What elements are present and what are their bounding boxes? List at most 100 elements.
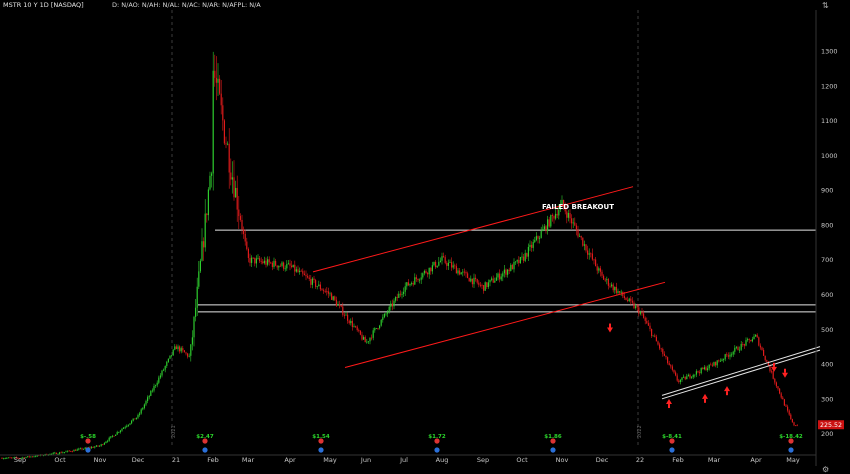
dividend-marker-icon bbox=[788, 447, 794, 453]
candle-body bbox=[465, 272, 467, 274]
candle-body bbox=[223, 120, 225, 144]
down-arrow-icon bbox=[773, 362, 775, 367]
candle-body bbox=[177, 346, 179, 350]
candle-body bbox=[379, 325, 381, 329]
candle-body bbox=[635, 306, 637, 309]
candle-body bbox=[79, 448, 81, 450]
x-axis: Sep Oct Nov Dec 21 Feb Mar Apr May Jun Jul Aug Sep Oc… bbox=[0, 454, 816, 464]
candle-body bbox=[388, 306, 390, 313]
price-chart[interactable]: 2021 2022 200 300 400 500 600 700 800 900 1000 110… bbox=[0, 0, 850, 473]
candle-body bbox=[593, 259, 595, 261]
candle-body bbox=[727, 355, 729, 357]
candle-body bbox=[271, 262, 273, 267]
candle-body bbox=[279, 265, 281, 267]
candle-body bbox=[655, 336, 657, 342]
candle-body bbox=[207, 189, 209, 216]
candle-body bbox=[460, 272, 462, 275]
candle-body bbox=[422, 273, 424, 278]
candle-body bbox=[297, 269, 299, 272]
x-tick-label: Nov bbox=[556, 456, 569, 464]
candle-body bbox=[300, 270, 302, 272]
candle-body bbox=[675, 372, 677, 376]
candle-body bbox=[156, 382, 158, 386]
candle-body bbox=[35, 456, 37, 458]
candle-body bbox=[572, 222, 574, 224]
candle-body bbox=[583, 244, 585, 246]
candle-body bbox=[478, 282, 480, 285]
candle-body bbox=[27, 456, 29, 458]
candle-body bbox=[492, 278, 494, 283]
candle-body bbox=[161, 370, 163, 376]
candle-body bbox=[158, 377, 160, 383]
candle-body bbox=[169, 355, 171, 359]
candle-body bbox=[398, 293, 400, 298]
candle-body bbox=[108, 437, 110, 441]
candle-body bbox=[372, 330, 374, 338]
candle-body bbox=[249, 257, 251, 263]
candle-body bbox=[499, 273, 501, 280]
candle-body bbox=[195, 307, 197, 317]
candle-body bbox=[763, 349, 765, 356]
candle-body bbox=[596, 266, 598, 271]
candle-body bbox=[375, 328, 377, 329]
candle-body bbox=[591, 253, 593, 260]
year-divider-label: 2022 bbox=[637, 425, 643, 438]
candle-body bbox=[486, 282, 488, 287]
candle-body bbox=[396, 297, 398, 298]
candle-body bbox=[609, 285, 611, 287]
candle-body bbox=[323, 290, 325, 292]
candle-body bbox=[515, 261, 517, 263]
y-tick-label: 1300 bbox=[821, 48, 838, 56]
candle-body bbox=[579, 235, 581, 237]
candle-body bbox=[518, 259, 520, 264]
candle-body bbox=[222, 105, 224, 121]
candle-body bbox=[244, 233, 246, 242]
candle-body bbox=[231, 177, 233, 180]
up-arrow-icon bbox=[726, 391, 728, 396]
candle-body bbox=[92, 446, 94, 448]
candle-body bbox=[308, 277, 310, 280]
candle-body bbox=[147, 397, 149, 401]
candle-body bbox=[660, 348, 662, 350]
candle-body bbox=[766, 360, 768, 362]
candle-body bbox=[337, 304, 339, 306]
candle-body bbox=[292, 264, 294, 268]
candle-body bbox=[625, 298, 627, 300]
candle-body bbox=[662, 349, 664, 354]
earnings-marker-icon bbox=[669, 438, 675, 444]
candle-body bbox=[148, 395, 150, 398]
candle-body bbox=[311, 278, 313, 285]
candle-body bbox=[78, 448, 80, 450]
candle-body bbox=[611, 284, 613, 287]
candle-body bbox=[105, 441, 107, 443]
candle-body bbox=[326, 291, 328, 292]
y-tick-label: 200 bbox=[821, 430, 833, 438]
candle-body bbox=[702, 367, 704, 370]
candle-body bbox=[420, 277, 422, 280]
candle-body bbox=[427, 272, 429, 275]
candle-body bbox=[257, 258, 259, 260]
candle-body bbox=[62, 452, 64, 454]
candle-body bbox=[73, 449, 75, 452]
earnings-marker-icon bbox=[85, 438, 91, 444]
candle-body bbox=[657, 341, 659, 345]
candle-body bbox=[687, 374, 689, 377]
candle-body bbox=[607, 279, 609, 286]
down-arrow-icon bbox=[782, 372, 788, 378]
candle-body bbox=[779, 388, 781, 394]
candle-body bbox=[588, 253, 590, 255]
support-line bbox=[661, 346, 821, 396]
candle-body bbox=[54, 452, 56, 454]
candles bbox=[1, 51, 798, 460]
candle-body bbox=[417, 278, 419, 281]
candle-body bbox=[246, 241, 248, 250]
dividend-marker-icon bbox=[669, 447, 675, 453]
candle-body bbox=[84, 447, 86, 449]
candle-body bbox=[127, 424, 129, 426]
candle-body bbox=[316, 286, 318, 287]
candle-body bbox=[508, 269, 510, 271]
candle-body bbox=[487, 282, 489, 287]
candle-body bbox=[718, 360, 720, 362]
earnings-marker-icon bbox=[434, 438, 440, 444]
candle-body bbox=[479, 284, 481, 286]
